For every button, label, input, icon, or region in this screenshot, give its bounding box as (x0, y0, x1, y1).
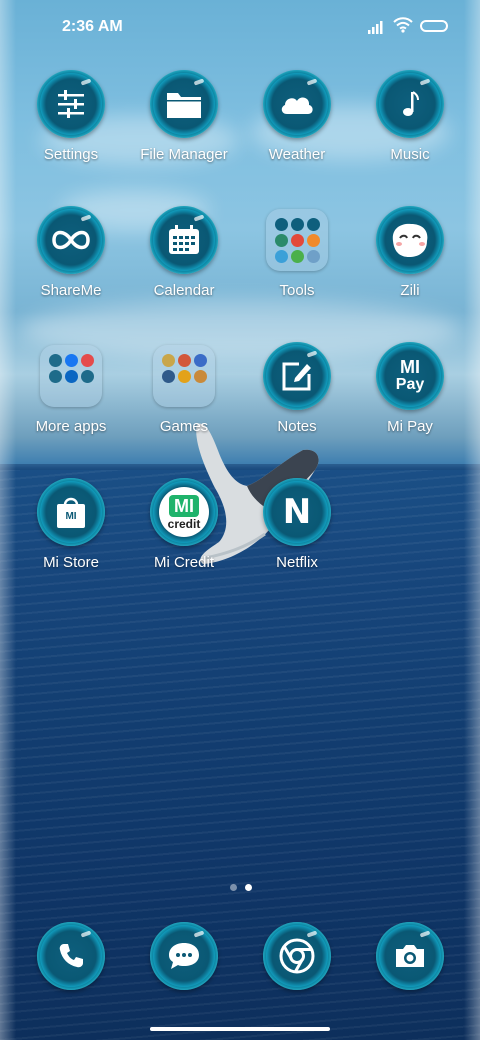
battery-icon (420, 20, 448, 32)
app-label: Weather (268, 146, 326, 163)
app-label: File Manager (140, 146, 228, 163)
messages-icon (150, 922, 218, 990)
folder-icon (150, 70, 218, 138)
mi-store-logo-text: MI (65, 511, 77, 522)
page-dot-1[interactable] (230, 884, 237, 891)
app-shareme[interactable]: ShareMe (15, 206, 127, 316)
app-label: More apps (35, 418, 107, 435)
app-zili[interactable]: Zili (354, 206, 466, 316)
folder-tools[interactable]: Tools (241, 206, 353, 316)
dock-messages[interactable] (128, 922, 240, 992)
app-label: Games (159, 418, 209, 435)
netflix-icon: N (263, 478, 331, 546)
app-settings[interactable]: Settings (15, 70, 127, 180)
chrome-icon (263, 922, 331, 990)
edge-glow-right (464, 0, 480, 1040)
dock-phone[interactable] (15, 922, 127, 992)
app-label: Settings (43, 146, 99, 163)
app-label: Mi Pay (387, 418, 433, 435)
app-music[interactable]: Music (354, 70, 466, 180)
calendar-icon (150, 206, 218, 274)
zili-face-icon (376, 206, 444, 274)
status-time: 2:36 AM (62, 18, 123, 35)
app-calendar[interactable]: Calendar (128, 206, 240, 316)
app-label: Calendar (153, 282, 215, 299)
app-label: Tools (279, 282, 315, 299)
app-netflix[interactable]: N Netflix (241, 478, 353, 588)
app-label: Mi Credit (153, 554, 214, 571)
mi-credit-logo-subtext: credit (167, 517, 201, 531)
app-label: Zili (400, 282, 420, 299)
phone-icon (37, 922, 105, 990)
games-folder-icon (153, 345, 215, 407)
cloud-icon (263, 70, 331, 138)
page-dot-2[interactable] (245, 884, 252, 891)
shopping-bag-icon: MI (37, 478, 105, 546)
netflix-logo-text: N (282, 492, 312, 532)
app-label: Mi Store (43, 554, 99, 571)
dock-camera[interactable] (354, 922, 466, 992)
dock-chrome[interactable] (241, 922, 353, 992)
app-label: ShareMe (40, 282, 102, 299)
app-notes[interactable]: Notes (241, 342, 353, 452)
signal-icon (368, 21, 383, 34)
status-bar: 2:36 AM (0, 0, 480, 56)
home-indicator-bar[interactable] (150, 1027, 330, 1031)
mi-pay-icon: MI Pay (376, 342, 444, 410)
mi-credit-icon: MI credit (150, 478, 218, 546)
mi-pay-logo-text: MI (400, 357, 420, 377)
mi-pay-logo-subtext: Pay (395, 376, 425, 393)
shareme-icon (37, 206, 105, 274)
app-mi-store[interactable]: MI Mi Store (15, 478, 127, 588)
app-weather[interactable]: Weather (241, 70, 353, 180)
app-label: Music (390, 146, 430, 163)
sliders-icon (37, 70, 105, 138)
camera-icon (376, 922, 444, 990)
app-file-manager[interactable]: File Manager (128, 70, 240, 180)
wifi-icon (393, 17, 413, 33)
note-edit-icon (263, 342, 331, 410)
music-note-icon (376, 70, 444, 138)
app-mi-credit[interactable]: MI credit Mi Credit (128, 478, 240, 588)
app-label: Netflix (276, 554, 318, 571)
tools-folder-icon (266, 209, 328, 271)
edge-glow-left (0, 0, 16, 1040)
folder-games[interactable]: Games (128, 342, 240, 452)
app-label: Notes (277, 418, 317, 435)
page-indicator (226, 878, 256, 896)
mi-credit-logo-text: MI (169, 495, 199, 517)
folder-more-apps[interactable]: More apps (15, 342, 127, 452)
app-mi-pay[interactable]: MI Pay Mi Pay (354, 342, 466, 452)
more-apps-folder-icon (40, 345, 102, 407)
